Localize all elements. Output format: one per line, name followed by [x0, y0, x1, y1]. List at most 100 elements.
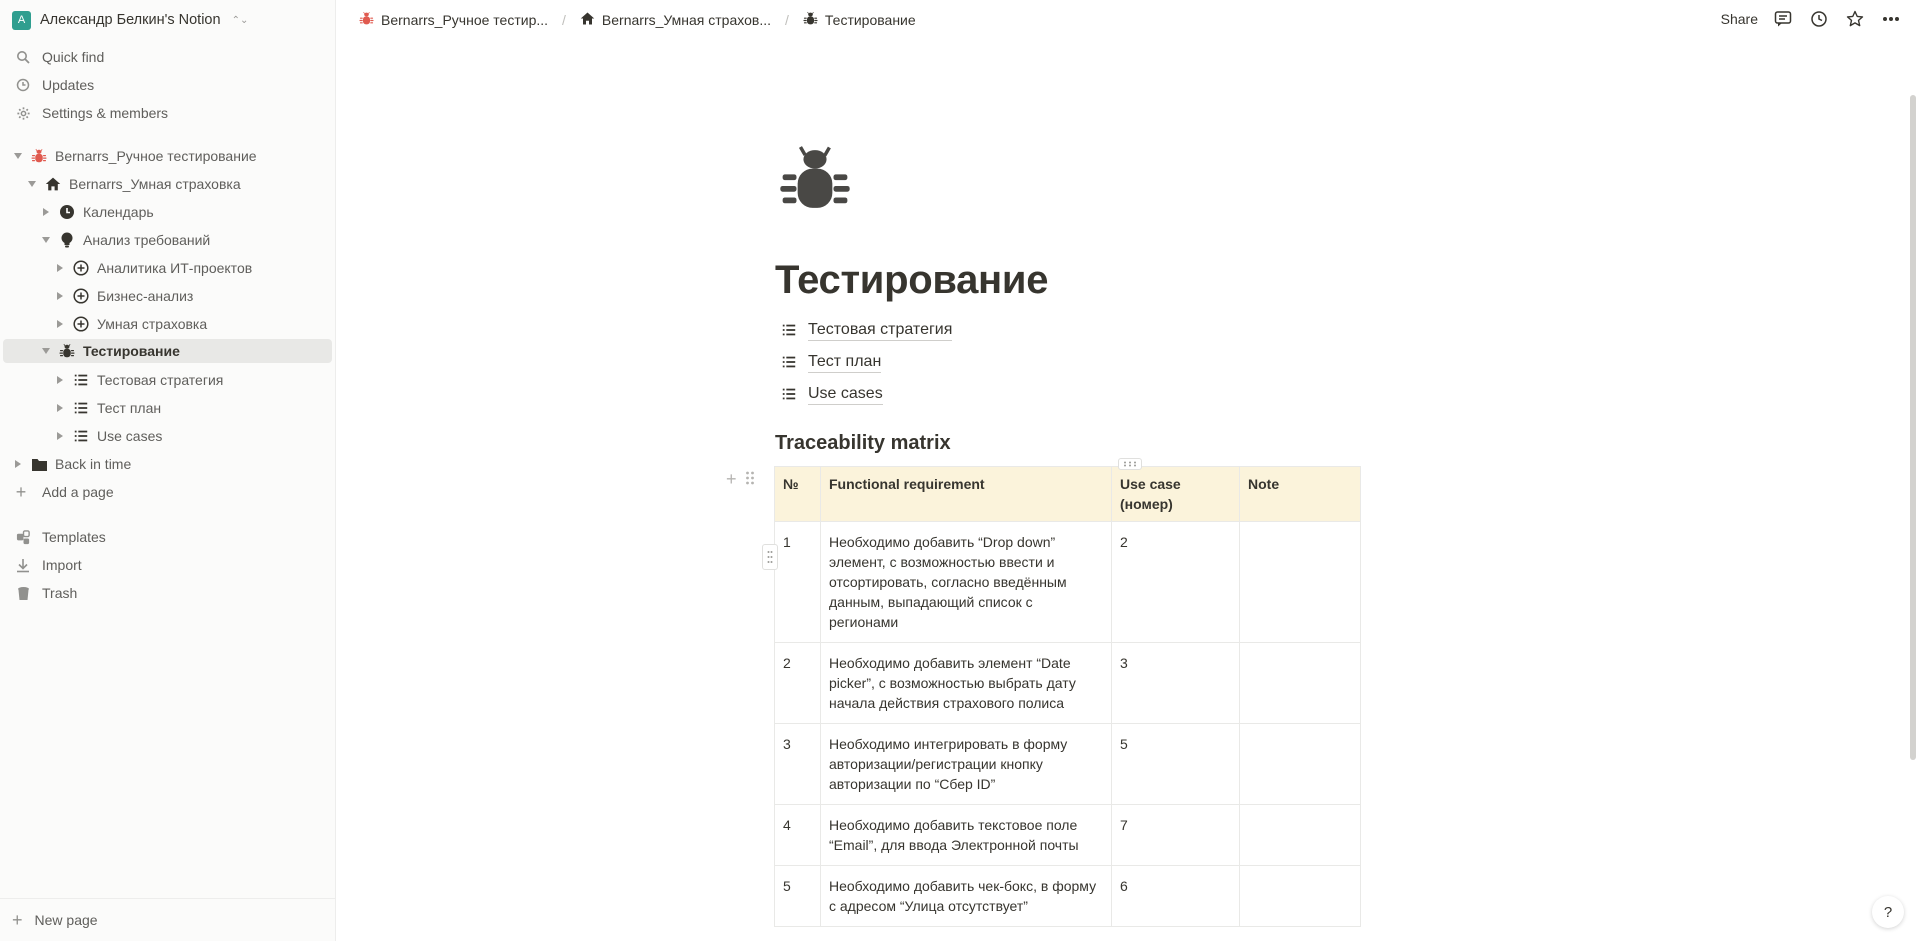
- table-cell[interactable]: 2: [1111, 521, 1240, 643]
- toggle-expanded-icon[interactable]: [11, 149, 25, 163]
- scrollbar[interactable]: [1910, 95, 1916, 760]
- search-icon: [14, 48, 32, 66]
- toggle-collapsed-icon[interactable]: [39, 205, 53, 219]
- sidebar-item-smart-insurance-root[interactable]: Bernarrs_Умная страховка: [25, 172, 241, 196]
- sidebar-item-label: Тест план: [97, 400, 162, 416]
- new-page-button[interactable]: + New page: [0, 898, 335, 941]
- table-cell[interactable]: 7: [1111, 804, 1240, 866]
- table-cell[interactable]: Необходимо добавить элемент “Date picker…: [820, 642, 1112, 724]
- table-cell[interactable]: 3: [1111, 642, 1240, 724]
- table-cell[interactable]: [1239, 865, 1361, 927]
- bug-icon: [359, 11, 374, 29]
- toggle-collapsed-icon[interactable]: [53, 261, 67, 275]
- workspace-switcher[interactable]: А Александр Белкин's Notion ⌃⌄: [12, 9, 248, 31]
- table-cell[interactable]: Необходимо интегрировать в форму авториз…: [820, 723, 1112, 805]
- sidebar-item-label: Templates: [42, 529, 106, 545]
- table-cell[interactable]: 4: [774, 804, 821, 866]
- sidebar-updates[interactable]: Updates: [14, 73, 94, 97]
- sidebar-item-label: Аналитика ИТ-проектов: [97, 260, 253, 276]
- section-heading[interactable]: Traceability matrix: [775, 432, 951, 455]
- share-button[interactable]: Share: [1721, 11, 1758, 27]
- table: № Functional requirement Use case (номер…: [774, 466, 1361, 927]
- page-link-test-strategy[interactable]: Тестовая стратегия: [781, 317, 953, 343]
- sidebar-settings[interactable]: Settings & members: [14, 101, 168, 125]
- sidebar-templates[interactable]: Templates: [14, 525, 106, 549]
- toggle-collapsed-icon[interactable]: [53, 317, 67, 331]
- table-cell[interactable]: 5: [774, 865, 821, 927]
- page-link-test-plan[interactable]: Тест план: [781, 349, 882, 375]
- toggle-collapsed-icon[interactable]: [11, 457, 25, 471]
- sidebar-item-smart-insurance[interactable]: Умная страховка: [53, 312, 207, 336]
- row-drag-handle[interactable]: [762, 544, 778, 570]
- toggle-collapsed-icon[interactable]: [53, 373, 67, 387]
- table-header-cell[interactable]: №: [774, 466, 821, 522]
- add-page-button[interactable]: + Add a page: [12, 480, 114, 504]
- breadcrumb-item[interactable]: Bernarrs_Ручное тестир...: [355, 9, 552, 31]
- table-cell[interactable]: 2: [774, 642, 821, 724]
- workspace-name: Александр Белкин's Notion: [40, 12, 221, 28]
- table-row: 1 Необходимо добавить “Drop down” элемен…: [774, 521, 1361, 643]
- toggle-collapsed-icon[interactable]: [53, 401, 67, 415]
- page-link-label: Тест план: [808, 352, 882, 373]
- plus-icon[interactable]: +: [726, 470, 737, 488]
- sidebar-item-business-analysis[interactable]: Бизнес-анализ: [53, 284, 193, 308]
- table-cell[interactable]: 3: [774, 723, 821, 805]
- page-link-use-cases[interactable]: Use cases: [781, 381, 883, 407]
- sidebar-item-label: Updates: [42, 77, 95, 93]
- sidebar-item-use-cases[interactable]: Use cases: [53, 424, 162, 448]
- table-cell[interactable]: [1239, 521, 1361, 643]
- sidebar-item-label: Бизнес-анализ: [97, 288, 194, 304]
- breadcrumb-item[interactable]: Тестирование: [799, 9, 920, 31]
- sidebar-item-label: Import: [42, 557, 82, 573]
- breadcrumb-label: Bernarrs_Умная страхов...: [601, 12, 771, 28]
- topbar: Bernarrs_Ручное тестир... / Bernarrs_Умн…: [337, 0, 1918, 40]
- table-cell[interactable]: Необходимо добавить “Drop down” элемент,…: [820, 521, 1112, 643]
- workspace-avatar: А: [12, 10, 31, 30]
- toggle-expanded-icon[interactable]: [39, 344, 53, 358]
- sidebar-quick-find[interactable]: Quick find: [14, 45, 104, 69]
- table-cell[interactable]: Необходимо добавить текстовое поле “Emai…: [820, 804, 1112, 866]
- star-icon[interactable]: [1844, 8, 1866, 30]
- toggle-collapsed-icon[interactable]: [53, 429, 67, 443]
- drag-handle-icon[interactable]: [745, 471, 755, 488]
- more-icon[interactable]: [1880, 8, 1902, 30]
- comments-icon[interactable]: [1772, 8, 1794, 30]
- column-drag-handle[interactable]: [1118, 458, 1142, 470]
- list-icon: [781, 322, 799, 338]
- sidebar-item-back-in-time[interactable]: Back in time: [11, 452, 131, 476]
- sidebar-item-test-plan[interactable]: Тест план: [53, 396, 161, 420]
- toggle-collapsed-icon[interactable]: [53, 289, 67, 303]
- sidebar-item-it-analytics[interactable]: Аналитика ИТ-проектов: [53, 256, 252, 280]
- table-header-cell[interactable]: Note: [1239, 466, 1361, 522]
- clock-icon: [14, 76, 32, 94]
- list-icon: [781, 354, 799, 370]
- table-cell[interactable]: [1239, 642, 1361, 724]
- table-row: 4 Необходимо добавить текстовое поле “Em…: [774, 804, 1361, 866]
- sidebar-item-requirements-analysis[interactable]: Анализ требований: [39, 228, 210, 252]
- sidebar-item-label: Анализ требований: [83, 232, 211, 248]
- sidebar-item-test-strategy[interactable]: Тестовая стратегия: [53, 368, 223, 392]
- table-row: 2 Необходимо добавить элемент “Date pick…: [774, 642, 1361, 724]
- table-cell[interactable]: [1239, 804, 1361, 866]
- sidebar-item-calendar[interactable]: Календарь: [39, 200, 154, 224]
- table-cell[interactable]: Необходимо добавить чек-бокс, в форму с …: [820, 865, 1112, 927]
- sidebar-item-manual-testing[interactable]: Bernarrs_Ручное тестирование: [11, 144, 257, 168]
- table-cell[interactable]: 1: [774, 521, 821, 643]
- page-title[interactable]: Тестирование: [775, 258, 1048, 303]
- table-cell[interactable]: 5: [1111, 723, 1240, 805]
- table-cell[interactable]: 6: [1111, 865, 1240, 927]
- table-header-cell[interactable]: Functional requirement: [820, 466, 1112, 522]
- help-button[interactable]: ?: [1872, 896, 1904, 928]
- bug-icon[interactable]: [778, 142, 852, 216]
- sidebar-import[interactable]: Import: [14, 553, 82, 577]
- sidebar-item-testing[interactable]: Тестирование: [3, 339, 332, 363]
- history-icon[interactable]: [1808, 8, 1830, 30]
- toggle-expanded-icon[interactable]: [25, 177, 39, 191]
- breadcrumb-separator: /: [785, 12, 789, 28]
- home-icon: [580, 11, 595, 29]
- toggle-expanded-icon[interactable]: [39, 233, 53, 247]
- breadcrumb-item[interactable]: Bernarrs_Умная страхов...: [576, 9, 775, 31]
- table-header-cell[interactable]: Use case (номер): [1111, 466, 1240, 522]
- table-cell[interactable]: [1239, 723, 1361, 805]
- sidebar-trash[interactable]: Trash: [14, 581, 77, 605]
